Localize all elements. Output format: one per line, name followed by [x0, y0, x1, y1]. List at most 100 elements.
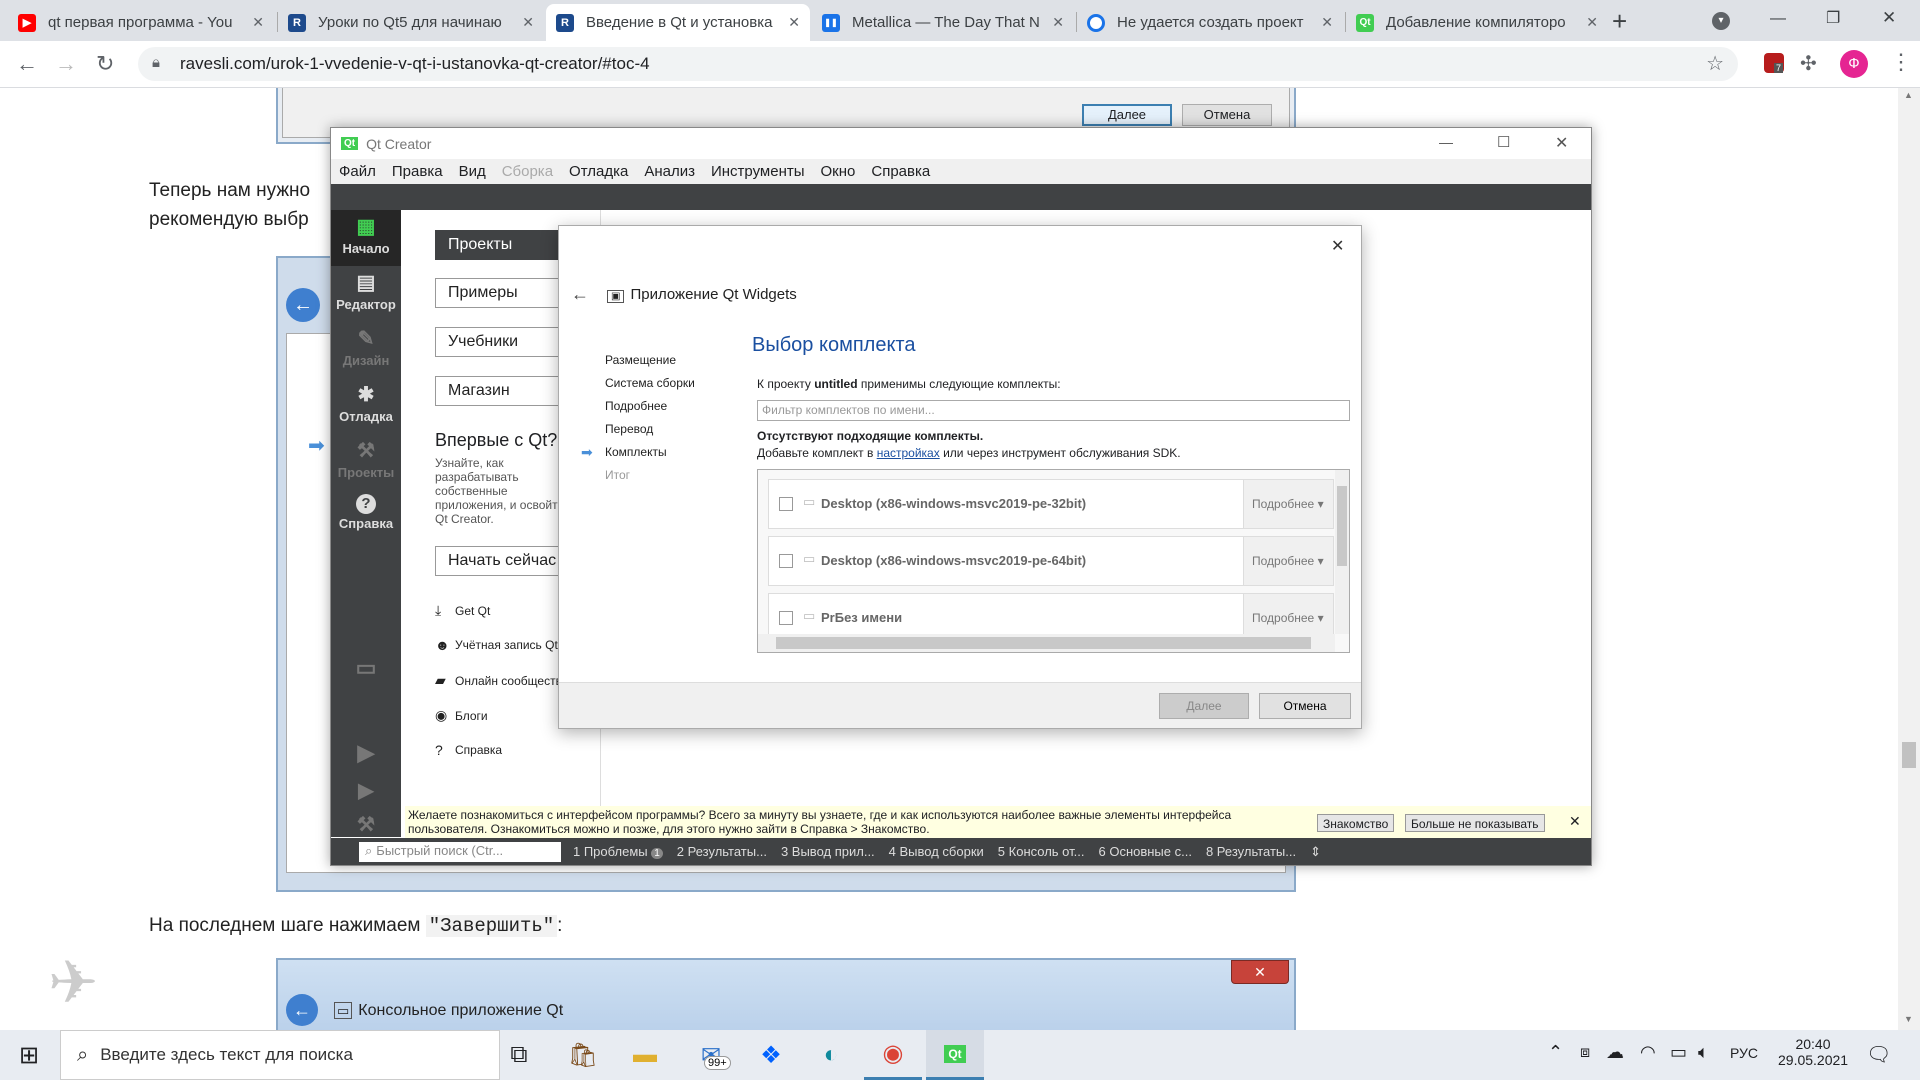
forward-icon[interactable]: → — [55, 51, 77, 77]
tray-chevron-icon[interactable]: ⌃ — [1548, 1042, 1563, 1063]
clock[interactable]: 20:40 29.05.2021 — [1778, 1036, 1848, 1068]
welcome-tutorials-button[interactable]: Учебники — [435, 327, 570, 357]
page-scrollbar[interactable]: ▲ ▼ — [1898, 88, 1920, 1030]
mail-icon[interactable]: ✉ 99+ — [682, 1030, 740, 1080]
maximize-icon[interactable]: ☐ — [1497, 133, 1510, 151]
mode-welcome[interactable]: ▦ Начало — [331, 210, 401, 266]
scroll-down-icon[interactable]: ▼ — [1904, 1014, 1913, 1024]
wizard-back-icon[interactable]: ← — [571, 284, 589, 305]
menu-file[interactable]: Файл — [339, 163, 376, 180]
menu-kebab-icon[interactable]: ⋮ — [1890, 49, 1912, 75]
kit-checkbox[interactable] — [779, 497, 793, 511]
mode-projects[interactable]: ⚒ Проекты — [331, 434, 401, 490]
link-get-qt[interactable]: ⤓ Get Qt — [435, 602, 490, 619]
menu-debug[interactable]: Отладка — [569, 163, 628, 180]
file-explorer-icon[interactable]: ▬ — [616, 1030, 674, 1080]
output-pane-problems[interactable]: 1 Проблемы 1 — [573, 844, 663, 859]
link-help[interactable]: ? Справка — [435, 742, 502, 758]
taskbar-search-box[interactable]: ⌕ Введите здесь текст для поиска — [60, 1030, 500, 1080]
browser-tab[interactable]: ❚❚ Metallica — The Day That N ✕ — [812, 4, 1074, 41]
browser-tab[interactable]: Qt Добавление компиляторо ✕ — [1346, 4, 1608, 41]
info-close-icon[interactable]: ✕ — [1569, 814, 1581, 828]
extension-icon[interactable]: 7 — [1764, 53, 1784, 73]
task-view-icon[interactable]: ⧉ — [490, 1030, 548, 1080]
start-icon[interactable]: ⊞ — [0, 1030, 58, 1080]
output-pane-debugger[interactable]: 5 Консоль от... — [998, 844, 1085, 859]
jet-icon[interactable]: ✈ — [48, 948, 98, 1018]
start-now-button[interactable]: Начать сейчас — [435, 546, 570, 576]
kit-list-vscrollbar[interactable] — [1335, 470, 1349, 634]
welcome-store-button[interactable]: Магазин — [435, 376, 570, 406]
address-bar[interactable]: 🔒︎ ravesli.com/urok-1-vvedenie-v-qt-i-us… — [138, 47, 1738, 81]
kit-details-button[interactable]: Подробнее ▾ — [1243, 537, 1333, 585]
mode-design[interactable]: ✎ Дизайн — [331, 322, 401, 378]
puzzle-icon[interactable]: ✣ — [1800, 51, 1817, 76]
pane-toggle-icon[interactable]: ⇕ — [1310, 844, 1321, 860]
scroll-up-icon[interactable]: ▲ — [1904, 90, 1913, 100]
settings-link[interactable]: настройках — [877, 446, 940, 460]
close-icon[interactable]: ✕ — [252, 14, 264, 31]
close-icon[interactable]: ✕ — [1052, 14, 1064, 31]
language-indicator[interactable]: РУС — [1730, 1045, 1758, 1061]
close-icon[interactable]: ✕ — [1321, 14, 1333, 31]
welcome-examples-button[interactable]: Примеры — [435, 278, 570, 308]
menu-help[interactable]: Справка — [871, 163, 930, 180]
link-community[interactable]: ▰ Онлайн сообщество — [435, 672, 568, 689]
onedrive-icon[interactable]: ☁ — [1606, 1042, 1624, 1063]
chrome-icon[interactable]: ◉ — [864, 1030, 922, 1080]
mode-debug[interactable]: ✱ Отладка — [331, 378, 401, 434]
menu-view[interactable]: Вид — [459, 163, 486, 180]
cancel-button[interactable]: Отмена — [1259, 693, 1351, 719]
tab-search-icon[interactable]: ▾ — [1712, 12, 1730, 30]
kit-filter-input[interactable]: Фильтр комплектов по имени... — [757, 400, 1350, 421]
mode-help[interactable]: ? Справка — [331, 490, 401, 546]
menu-analyze[interactable]: Анализ — [644, 163, 695, 180]
star-icon[interactable]: ☆ — [1706, 51, 1724, 76]
browser-tab-active[interactable]: R Введение в Qt и установка ✕ — [546, 4, 810, 41]
store-icon[interactable]: 🛍︎ — [554, 1030, 612, 1080]
menu-window[interactable]: Окно — [821, 163, 856, 180]
menu-edit[interactable]: Правка — [392, 163, 443, 180]
battery-icon[interactable]: ▭ — [1670, 1042, 1687, 1063]
dont-show-button[interactable]: Больше не показывать — [1405, 814, 1545, 832]
output-pane-app-output[interactable]: 3 Вывод прил... — [781, 844, 875, 859]
browser-tab[interactable]: ▶ qt первая программа - You ✕ — [8, 4, 274, 41]
wizard-close-icon[interactable]: ✕ — [1331, 236, 1344, 256]
output-pane-compile[interactable]: 4 Вывод сборки — [889, 844, 984, 859]
scrollbar-thumb[interactable] — [1337, 486, 1347, 566]
reload-icon[interactable]: ↻ — [96, 51, 114, 77]
link-blogs[interactable]: ◉ Блоги — [435, 707, 488, 724]
minimize-icon[interactable]: — — [1439, 134, 1453, 150]
next-button[interactable]: Далее — [1159, 693, 1249, 719]
kit-checkbox[interactable] — [779, 611, 793, 625]
welcome-projects-button[interactable]: Проекты — [435, 230, 570, 260]
close-icon[interactable]: ✕ — [788, 14, 800, 31]
close-icon[interactable]: ✕ — [1586, 14, 1598, 31]
tray-app-icon[interactable]: ⧈ — [1580, 1044, 1590, 1062]
dropbox-icon[interactable]: ❖ — [742, 1030, 800, 1080]
output-pane-tests[interactable]: 8 Результаты... — [1206, 844, 1296, 859]
qt-creator-taskbar-icon[interactable]: Qt — [926, 1030, 984, 1080]
menu-build[interactable]: Сборка — [502, 163, 553, 180]
restore-icon[interactable]: ❐ — [1826, 8, 1840, 28]
window-close-icon[interactable]: ✕ — [1882, 8, 1896, 28]
output-pane-search[interactable]: 2 Результаты... — [677, 844, 767, 859]
scrollbar-thumb[interactable] — [1902, 742, 1916, 768]
volume-icon[interactable]: 🔈︎ — [1698, 1042, 1709, 1063]
scrollbar-thumb[interactable] — [776, 637, 1311, 649]
browser-tab[interactable]: R Уроки по Qt5 для начинаю ✕ — [278, 4, 544, 41]
mode-editor[interactable]: ▤ Редактор — [331, 266, 401, 322]
tour-button[interactable]: Знакомство — [1317, 814, 1395, 832]
quick-search-input[interactable]: ⌕ Быстрый поиск (Ctr... — [359, 841, 561, 862]
close-icon[interactable]: ✕ — [522, 14, 534, 31]
kit-selector-icon[interactable]: ▭ — [331, 655, 401, 711]
back-icon[interactable]: ← — [16, 51, 38, 77]
kit-checkbox[interactable] — [779, 554, 793, 568]
browser-tab[interactable]: Не удается создать проект ✕ — [1077, 4, 1343, 41]
notifications-icon[interactable]: 🗨︎ — [1866, 1042, 1891, 1067]
wifi-icon[interactable]: ◠ — [1640, 1042, 1656, 1063]
output-pane-general[interactable]: 6 Основные с... — [1098, 844, 1191, 859]
minimize-icon[interactable]: — — [1770, 10, 1786, 28]
link-qt-account[interactable]: ☻ Учётная запись Qt — [435, 637, 558, 653]
menu-tools[interactable]: Инструменты — [711, 163, 805, 180]
